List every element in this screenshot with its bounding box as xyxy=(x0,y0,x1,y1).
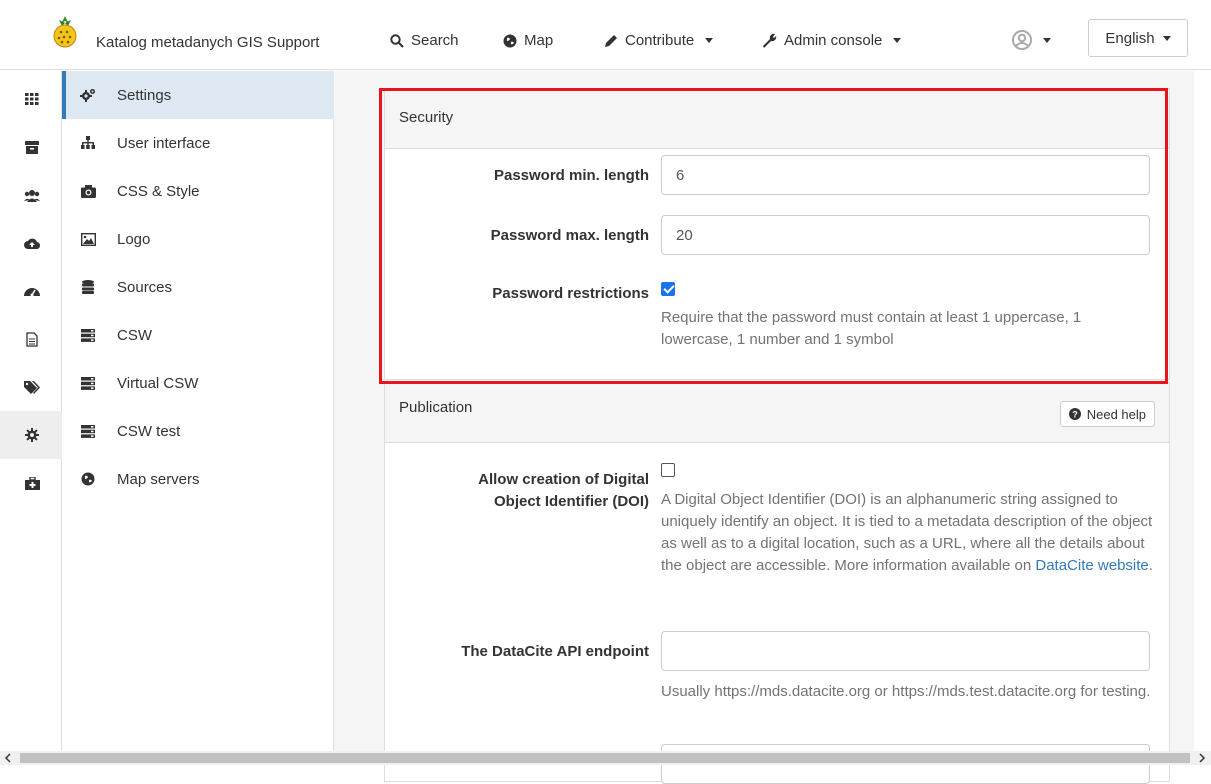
doi-label-line2: Object Identifier (DOI) xyxy=(493,493,649,510)
dashboard-grid-icon[interactable] xyxy=(24,91,40,107)
horizontal-scrollbar[interactable] xyxy=(0,751,1211,765)
svg-text:?: ? xyxy=(1072,409,1078,419)
dashboard-gauge-icon[interactable] xyxy=(24,283,40,299)
publication-title: Publication xyxy=(399,399,473,416)
image-icon xyxy=(80,231,96,247)
nav-search[interactable]: Search xyxy=(390,32,459,49)
cloud-upload-icon[interactable] xyxy=(24,235,40,251)
doi-help: A Digital Object Identifier (DOI) is an … xyxy=(661,489,1156,577)
settings-menu: Settings User interface CSS & Style Logo… xyxy=(62,71,334,751)
nav-map[interactable]: Map xyxy=(503,32,553,49)
menu-item-map-servers[interactable]: Map servers xyxy=(62,455,334,503)
need-help-label: Need help xyxy=(1086,406,1146,422)
chevron-down-icon xyxy=(1043,37,1051,43)
menu-label-virtual-csw: Virtual CSW xyxy=(117,374,199,392)
admin-icon-sidebar xyxy=(0,71,62,751)
globe-icon xyxy=(503,34,517,47)
globe-icon xyxy=(80,471,96,487)
datacite-website-link[interactable]: DataCite website xyxy=(1035,557,1148,574)
menu-item-css-style[interactable]: CSS & Style xyxy=(62,167,334,215)
menu-item-settings[interactable]: Settings xyxy=(62,71,334,119)
vertical-scrollbar-track[interactable] xyxy=(1194,71,1211,751)
menu-label-csw: CSW xyxy=(117,326,152,344)
wrench-icon xyxy=(763,33,777,48)
language-label: English xyxy=(1105,29,1155,47)
archive-icon[interactable] xyxy=(24,139,40,155)
datacite-api-label: The DataCite API endpoint xyxy=(461,643,649,660)
nav-contribute[interactable]: Contribute xyxy=(604,32,714,49)
menu-item-virtual-csw[interactable]: Virtual CSW xyxy=(62,359,334,407)
menu-item-logo[interactable]: Logo xyxy=(62,215,334,263)
publication-panel: Publication ? Need help Allow creation o… xyxy=(384,382,1170,784)
nav-admin-console[interactable]: Admin console xyxy=(762,32,902,49)
pencil-icon xyxy=(605,34,617,47)
menu-label-settings: Settings xyxy=(117,86,172,104)
menu-label-map-servers: Map servers xyxy=(117,470,200,488)
camera-icon xyxy=(80,183,96,199)
publication-panel-heading: Publication ? Need help xyxy=(385,383,1169,443)
user-avatar-icon xyxy=(1012,30,1032,50)
nav-search-label: Search xyxy=(411,32,459,49)
doi-label-line1: Allow creation of Digital xyxy=(478,471,649,488)
menu-label-user-interface: User interface xyxy=(117,134,211,152)
datacite-api-help: Usually https://mds.datacite.org or http… xyxy=(661,683,1151,700)
brand-title[interactable]: Katalog metadanych GIS Support xyxy=(96,34,319,51)
cogs-icon xyxy=(80,87,96,103)
menu-item-user-interface[interactable]: User interface xyxy=(62,119,334,167)
nav-contribute-label: Contribute xyxy=(625,32,695,49)
menu-label-css-style: CSS & Style xyxy=(117,182,200,200)
menu-label-logo: Logo xyxy=(117,230,151,248)
chevron-down-icon xyxy=(893,38,902,43)
scroll-left-icon[interactable] xyxy=(4,753,12,763)
datacite-api-input[interactable] xyxy=(661,631,1150,671)
security-highlight-box xyxy=(379,88,1168,384)
nav-map-label: Map xyxy=(524,32,554,49)
server-icon xyxy=(80,327,96,343)
doi-checkbox[interactable] xyxy=(661,463,675,477)
question-circle-icon: ? xyxy=(1068,408,1081,420)
menu-label-csw-test: CSW test xyxy=(117,422,181,440)
user-menu[interactable] xyxy=(1012,30,1051,50)
sitemap-icon xyxy=(80,135,96,151)
menu-item-sources[interactable]: Sources xyxy=(62,263,334,311)
chevron-down-icon xyxy=(1162,35,1171,41)
menu-label-sources: Sources xyxy=(117,278,173,296)
medkit-icon[interactable] xyxy=(24,475,40,491)
horizontal-scrollbar-thumb[interactable] xyxy=(20,753,1190,763)
server-icon xyxy=(80,375,96,391)
search-icon xyxy=(390,33,404,48)
users-icon[interactable] xyxy=(24,187,40,203)
database-icon xyxy=(80,279,96,295)
server-icon xyxy=(80,423,96,439)
pineapple-logo-icon[interactable] xyxy=(50,14,80,48)
top-navbar: Katalog metadanych GIS Support Search Ma… xyxy=(0,0,1211,70)
gear-icon[interactable] xyxy=(24,427,40,443)
language-select[interactable]: English xyxy=(1088,19,1188,57)
doi-help-end: . xyxy=(1148,557,1153,574)
tags-icon[interactable] xyxy=(24,379,40,395)
chevron-down-icon xyxy=(705,38,714,43)
menu-item-csw-test[interactable]: CSW test xyxy=(62,407,334,455)
nav-admin-label: Admin console xyxy=(784,32,883,49)
need-help-button[interactable]: ? Need help xyxy=(1059,401,1155,427)
file-text-icon[interactable] xyxy=(24,331,40,347)
menu-item-csw[interactable]: CSW xyxy=(62,311,334,359)
scroll-right-icon[interactable] xyxy=(1198,753,1206,763)
